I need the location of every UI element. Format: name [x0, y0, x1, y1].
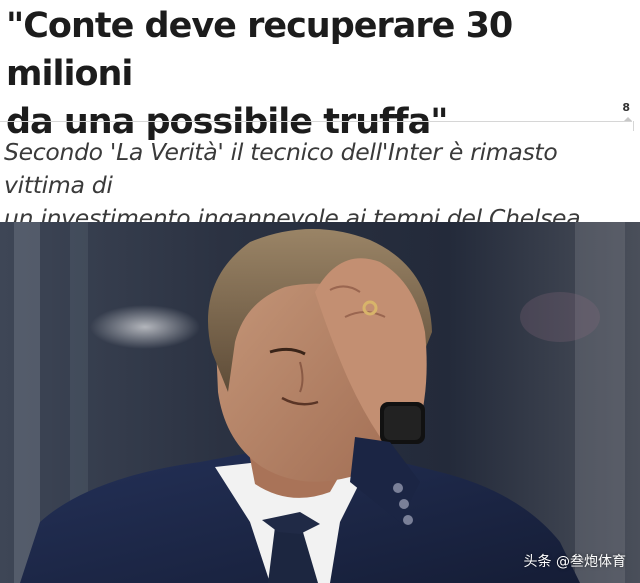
photo-illustration [0, 222, 640, 583]
watermark: 头条 @叁炮体育 [523, 554, 626, 570]
divider-corner [633, 121, 634, 131]
article-photo: 头条 @叁炮体育 [0, 222, 640, 583]
subtitle-line-1: Secondo 'La Verità' il tecnico dell'Inte… [4, 138, 558, 199]
share-count[interactable]: 8 [622, 101, 630, 114]
divider-line [0, 121, 632, 122]
headline-line-1: "Conte deve recuperare 30 milioni [6, 6, 513, 94]
article-headline: "Conte deve recuperare 30 milioni da una… [6, 2, 636, 146]
article-subtitle: Secondo 'La Verità' il tecnico dell'Inte… [4, 136, 640, 235]
